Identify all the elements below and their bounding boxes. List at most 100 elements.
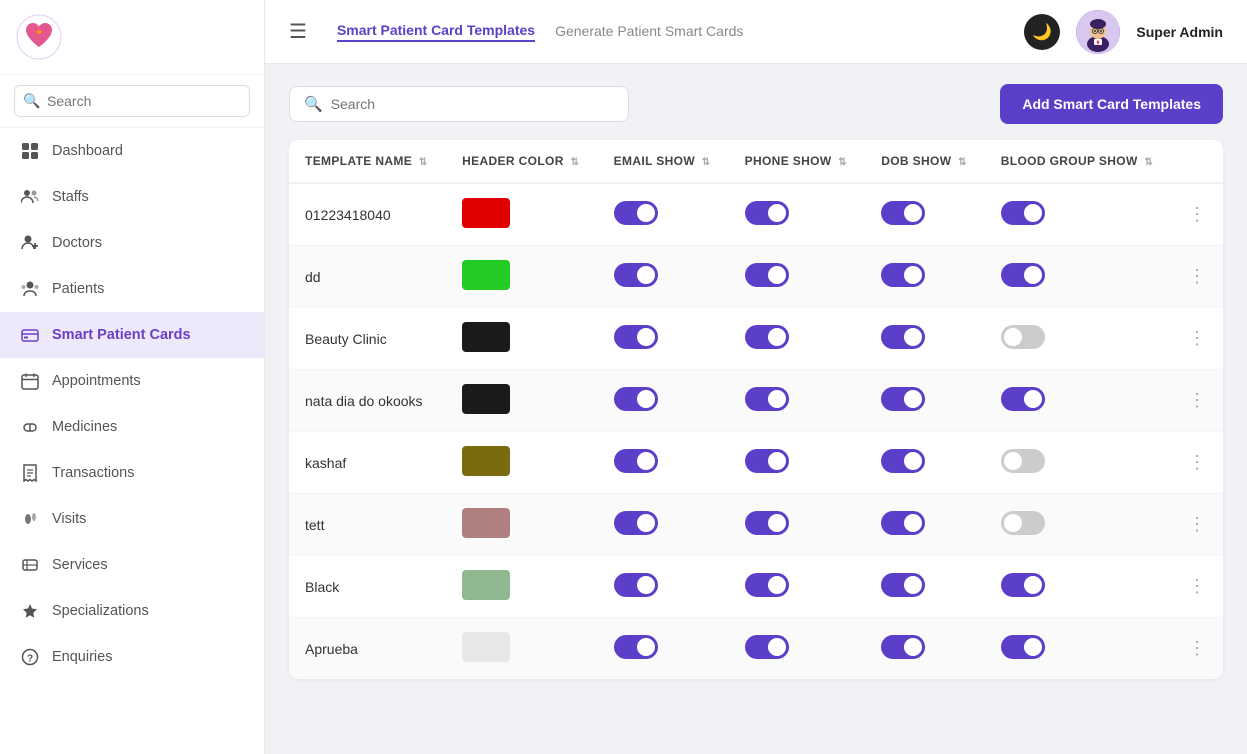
cell-phone-show[interactable] (729, 370, 866, 432)
sidebar-item-staffs[interactable]: Staffs (0, 174, 264, 220)
cell-dob-show[interactable] (865, 432, 985, 494)
sidebar-search-area[interactable]: 🔍 (0, 75, 264, 128)
toggle-blood_group_show[interactable] (1001, 573, 1045, 597)
toggle-email_show[interactable] (614, 511, 658, 535)
sidebar-item-appointments[interactable]: Appointments (0, 358, 264, 404)
toggle-track-email_show[interactable] (614, 511, 658, 535)
toggle-track-blood_group_show[interactable] (1001, 449, 1045, 473)
cell-phone-show[interactable] (729, 432, 866, 494)
sidebar-item-medicines[interactable]: Medicines (0, 404, 264, 450)
row-action-icon[interactable]: ⋮ (1188, 576, 1206, 596)
header-nav-active-link[interactable]: Smart Patient Card Templates (337, 22, 535, 42)
cell-phone-show[interactable] (729, 308, 866, 370)
toggle-blood_group_show[interactable] (1001, 201, 1045, 225)
cell-email-show[interactable] (598, 494, 729, 556)
toggle-dob_show[interactable] (881, 635, 925, 659)
toggle-phone_show[interactable] (745, 263, 789, 287)
toggle-email_show[interactable] (614, 635, 658, 659)
dark-mode-toggle[interactable]: 🌙 (1024, 14, 1060, 50)
row-action-icon[interactable]: ⋮ (1188, 328, 1206, 348)
toggle-track-dob_show[interactable] (881, 449, 925, 473)
toggle-dob_show[interactable] (881, 263, 925, 287)
toggle-track-email_show[interactable] (614, 387, 658, 411)
cell-action[interactable]: ⋮ (1172, 556, 1223, 618)
cell-action[interactable]: ⋮ (1172, 308, 1223, 370)
cell-action[interactable]: ⋮ (1172, 370, 1223, 432)
cell-action[interactable]: ⋮ (1172, 183, 1223, 246)
cell-email-show[interactable] (598, 246, 729, 308)
toggle-track-phone_show[interactable] (745, 511, 789, 535)
toggle-track-dob_show[interactable] (881, 201, 925, 225)
cell-phone-show[interactable] (729, 494, 866, 556)
sidebar-item-smart-patient-cards[interactable]: Smart Patient Cards (0, 312, 264, 358)
sidebar-item-transactions[interactable]: Transactions (0, 450, 264, 496)
row-action-icon[interactable]: ⋮ (1188, 452, 1206, 472)
toggle-email_show[interactable] (614, 201, 658, 225)
cell-action[interactable]: ⋮ (1172, 494, 1223, 556)
toggle-track-phone_show[interactable] (745, 325, 789, 349)
toggle-dob_show[interactable] (881, 201, 925, 225)
cell-blood-group_show[interactable] (985, 618, 1172, 680)
cell-phone-show[interactable] (729, 183, 866, 246)
table-search-bar[interactable]: 🔍 (289, 86, 629, 122)
sidebar-item-visits[interactable]: Visits (0, 496, 264, 542)
toggle-blood_group_show[interactable] (1001, 325, 1045, 349)
toggle-blood_group_show[interactable] (1001, 449, 1045, 473)
hamburger-menu[interactable]: ☰ (289, 19, 307, 44)
toggle-track-phone_show[interactable] (745, 573, 789, 597)
toggle-track-dob_show[interactable] (881, 387, 925, 411)
cell-blood-group_show[interactable] (985, 494, 1172, 556)
toggle-track-blood_group_show[interactable] (1001, 573, 1045, 597)
row-action-icon[interactable]: ⋮ (1188, 266, 1206, 286)
toggle-dob_show[interactable] (881, 511, 925, 535)
cell-blood-group_show[interactable] (985, 432, 1172, 494)
cell-action[interactable]: ⋮ (1172, 246, 1223, 308)
row-action-icon[interactable]: ⋮ (1188, 638, 1206, 658)
cell-dob-show[interactable] (865, 308, 985, 370)
toggle-phone_show[interactable] (745, 325, 789, 349)
toggle-track-email_show[interactable] (614, 449, 658, 473)
toggle-track-dob_show[interactable] (881, 511, 925, 535)
cell-email-show[interactable] (598, 432, 729, 494)
toggle-track-email_show[interactable] (614, 201, 658, 225)
cell-dob-show[interactable] (865, 246, 985, 308)
row-action-icon[interactable]: ⋮ (1188, 204, 1206, 224)
header-nav-secondary-link[interactable]: Generate Patient Smart Cards (555, 23, 743, 41)
cell-blood-group_show[interactable] (985, 246, 1172, 308)
toggle-track-dob_show[interactable] (881, 635, 925, 659)
toggle-track-blood_group_show[interactable] (1001, 325, 1045, 349)
toggle-track-email_show[interactable] (614, 325, 658, 349)
add-smart-card-button[interactable]: Add Smart Card Templates (1000, 84, 1223, 124)
toggle-track-phone_show[interactable] (745, 201, 789, 225)
toggle-track-phone_show[interactable] (745, 635, 789, 659)
cell-blood-group_show[interactable] (985, 308, 1172, 370)
toggle-email_show[interactable] (614, 449, 658, 473)
sidebar-search-input[interactable] (14, 85, 250, 117)
toggle-track-email_show[interactable] (614, 263, 658, 287)
row-action-icon[interactable]: ⋮ (1188, 514, 1206, 534)
toggle-track-blood_group_show[interactable] (1001, 387, 1045, 411)
toggle-dob_show[interactable] (881, 387, 925, 411)
row-action-icon[interactable]: ⋮ (1188, 390, 1206, 410)
toggle-phone_show[interactable] (745, 573, 789, 597)
cell-phone-show[interactable] (729, 246, 866, 308)
toggle-email_show[interactable] (614, 573, 658, 597)
toggle-phone_show[interactable] (745, 201, 789, 225)
toggle-blood_group_show[interactable] (1001, 387, 1045, 411)
cell-blood-group_show[interactable] (985, 183, 1172, 246)
toggle-track-blood_group_show[interactable] (1001, 201, 1045, 225)
sidebar-item-specializations[interactable]: Specializations (0, 588, 264, 634)
toggle-dob_show[interactable] (881, 573, 925, 597)
toggle-dob_show[interactable] (881, 325, 925, 349)
toggle-blood_group_show[interactable] (1001, 511, 1045, 535)
toggle-blood_group_show[interactable] (1001, 263, 1045, 287)
toggle-phone_show[interactable] (745, 449, 789, 473)
cell-dob-show[interactable] (865, 494, 985, 556)
toggle-track-email_show[interactable] (614, 635, 658, 659)
cell-dob-show[interactable] (865, 556, 985, 618)
cell-dob-show[interactable] (865, 370, 985, 432)
sidebar-item-services[interactable]: Services (0, 542, 264, 588)
sidebar-item-dashboard[interactable]: Dashboard (0, 128, 264, 174)
toggle-phone_show[interactable] (745, 511, 789, 535)
cell-action[interactable]: ⋮ (1172, 618, 1223, 680)
